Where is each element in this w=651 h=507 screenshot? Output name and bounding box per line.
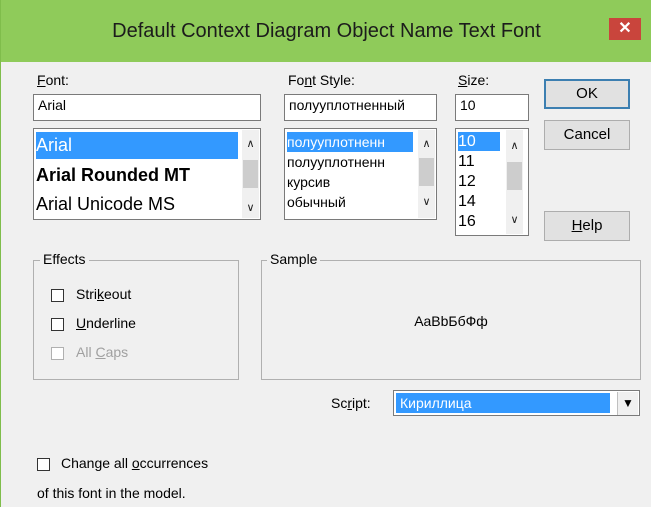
font-style-label: Font Style:	[288, 72, 355, 88]
scroll-thumb[interactable]	[243, 160, 258, 188]
cancel-button[interactable]: Cancel	[544, 120, 630, 150]
strikeout-checkbox[interactable]	[51, 289, 64, 302]
font-list[interactable]: Arial Arial Rounded MT Arial Unicode MS …	[33, 128, 261, 220]
font-style-list[interactable]: полууплотненн полууплотненн курсив обычн…	[284, 128, 437, 220]
font-style-list-item[interactable]: обычный	[287, 192, 346, 212]
font-list-item[interactable]: Arial Rounded MT	[36, 162, 190, 189]
size-list-item[interactable]: 12	[458, 172, 476, 191]
font-name-input[interactable]: Arial	[33, 94, 261, 121]
font-dialog: Default Context Diagram Object Name Text…	[0, 0, 651, 507]
script-select[interactable]: Кириллица ▼	[393, 390, 640, 416]
font-style-scrollbar[interactable]: ∧ ∨	[418, 130, 435, 218]
font-style-list-item[interactable]: полууплотненн	[287, 132, 413, 152]
ok-button[interactable]: OK	[544, 79, 630, 109]
change-all-checkbox[interactable]	[37, 458, 50, 471]
size-list-item[interactable]: 14	[458, 192, 476, 211]
close-button[interactable]: ✕	[609, 18, 641, 40]
scroll-up-icon[interactable]: ∧	[242, 136, 259, 153]
size-scrollbar[interactable]: ∧ ∨	[506, 130, 523, 234]
help-button[interactable]: Help	[544, 211, 630, 241]
font-list-item[interactable]: Arial Unicode MS	[36, 191, 175, 218]
underline-label: Underline	[76, 315, 136, 331]
effects-title: Effects	[40, 251, 89, 267]
all-caps-checkbox	[51, 347, 64, 360]
all-caps-label: All Caps	[76, 344, 129, 360]
size-list-item[interactable]: 16	[458, 212, 476, 231]
script-label: Script:	[331, 395, 371, 411]
dialog-title: Default Context Diagram Object Name Text…	[112, 20, 541, 42]
size-list-item[interactable]: 10	[458, 132, 500, 151]
underline-checkbox[interactable]	[51, 318, 64, 331]
font-list-item[interactable]: Arial	[36, 132, 238, 159]
scroll-thumb[interactable]	[507, 162, 522, 190]
size-input[interactable]: 10	[455, 94, 529, 121]
sample-preview-text: AaBbБбФф	[414, 313, 488, 329]
scroll-down-icon[interactable]: ∨	[242, 200, 259, 217]
close-icon: ✕	[618, 20, 632, 37]
chevron-down-icon[interactable]: ▼	[617, 392, 638, 415]
title-bar[interactable]: Default Context Diagram Object Name Text…	[1, 0, 651, 62]
size-list-item[interactable]: 11	[458, 152, 475, 171]
size-label: Size:	[458, 72, 490, 88]
sample-title: Sample	[267, 251, 321, 267]
strikeout-label: Strikeout	[76, 286, 132, 302]
font-list-scrollbar[interactable]: ∧ ∨	[242, 130, 259, 218]
change-all-label: Change all occurrences	[61, 455, 209, 471]
font-label: Font:	[37, 72, 69, 88]
scroll-up-icon[interactable]: ∧	[418, 136, 435, 153]
font-style-input[interactable]: полууплотненный	[284, 94, 437, 121]
script-select-value: Кириллица	[396, 393, 610, 413]
change-all-label-line2: of this font in the model.	[37, 485, 186, 501]
font-style-list-item[interactable]: полууплотненн	[287, 152, 385, 172]
scroll-down-icon[interactable]: ∨	[418, 194, 435, 211]
scroll-thumb[interactable]	[419, 158, 434, 186]
scroll-up-icon[interactable]: ∧	[506, 138, 523, 155]
font-style-list-item[interactable]: курсив	[287, 172, 330, 192]
size-list[interactable]: 10 11 12 14 16 ∧ ∨	[455, 128, 529, 236]
scroll-down-icon[interactable]: ∨	[506, 212, 523, 229]
